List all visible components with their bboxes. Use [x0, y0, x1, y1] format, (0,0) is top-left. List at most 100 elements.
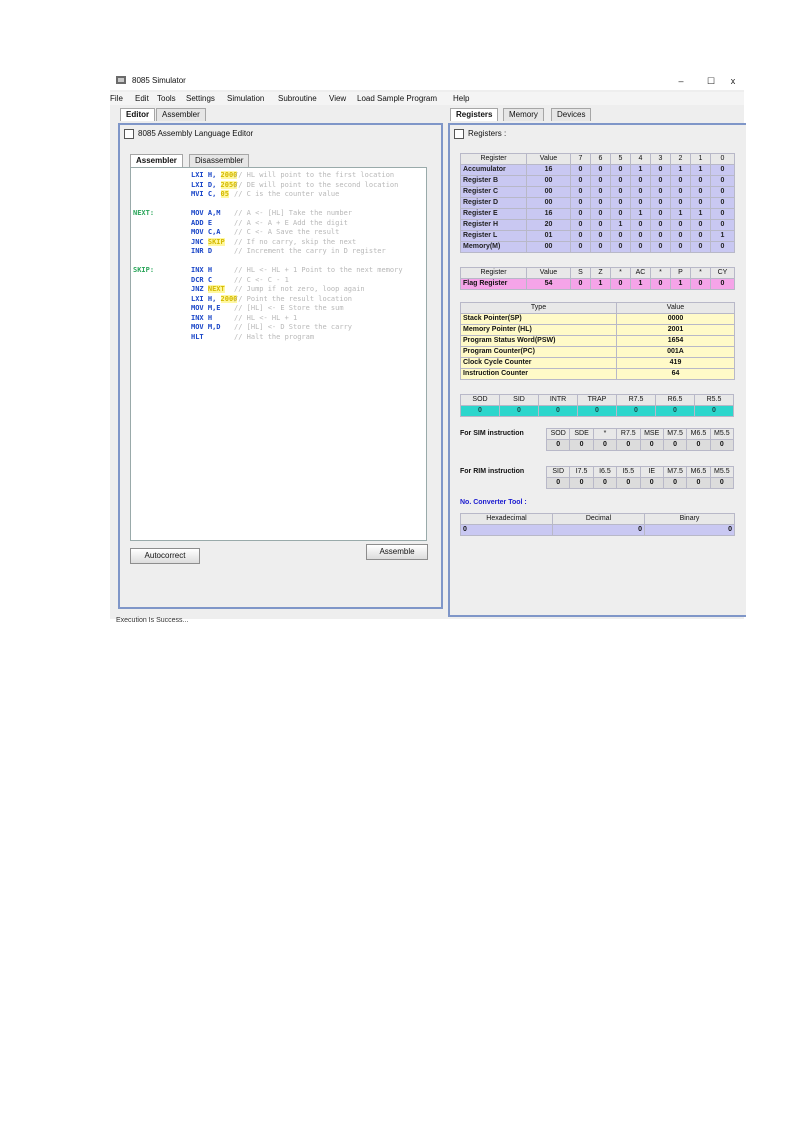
register-cell: 0	[690, 175, 711, 187]
register-cell: 1	[610, 219, 631, 231]
menu-file[interactable]: File	[110, 94, 123, 103]
code-editor[interactable]: LXI H, 2000// HL will point to the first…	[130, 167, 427, 541]
register-cell: 0	[570, 175, 591, 187]
tab-memory[interactable]: Memory	[503, 108, 544, 121]
rim-cell: 0	[639, 477, 664, 489]
code-instruction: DCR C	[191, 275, 213, 284]
special-header-row: Type Value	[460, 302, 735, 314]
register-header: 6	[590, 153, 611, 165]
sim-cell: 0	[569, 439, 594, 451]
register-cell: 0	[690, 230, 711, 242]
flag-header: AC	[630, 267, 651, 279]
register-cell: 0	[710, 197, 735, 209]
flag-row: Flag Register 54 0 1 0 1 0 1 0 0	[460, 278, 735, 290]
flag-header: CY	[710, 267, 735, 279]
code-line: INX H // HL <- HL + 1	[131, 314, 426, 323]
special-row: Memory Pointer (HL) 2001	[460, 324, 735, 336]
flag-register-table: Register Value S Z * AC * P * CY Flag Register 54 0 1…	[460, 267, 735, 290]
register-cell: 0	[570, 164, 591, 176]
code-line: HLT // Halt the program	[131, 333, 426, 342]
register-header: 0	[710, 153, 735, 165]
register-cell: Register E	[460, 208, 527, 220]
code-line: SKIP: INX H // HL <- HL + 1 Point to the n…	[131, 266, 426, 275]
editor-subtab-row: Assembler Disassembler	[130, 154, 330, 167]
interrupt-cell: 0	[655, 405, 695, 417]
converter-header-row: Hexadecimal Decimal Binary	[460, 513, 735, 525]
menu-settings[interactable]: Settings	[186, 94, 215, 103]
register-header: 4	[630, 153, 651, 165]
register-cell: 0	[590, 164, 611, 176]
converter-cell: 0	[644, 524, 735, 536]
app-window: 8085 Simulator – ☐ x File Edit Tools Set…	[110, 72, 746, 619]
flag-cell: 0	[710, 278, 735, 290]
register-cell: 0	[650, 241, 671, 253]
special-row: Program Counter(PC) 001A	[460, 346, 735, 358]
maximize-button[interactable]: ☐	[700, 74, 722, 88]
code-line: MOV C,A // C <- A Save the result	[131, 228, 426, 237]
rim-header: I7.5	[569, 466, 594, 478]
interrupt-header: TRAP	[577, 394, 617, 406]
register-cell: 0	[630, 175, 651, 187]
rim-cell: 0	[709, 477, 735, 489]
flag-cell: 54	[526, 278, 571, 290]
code-comment: // HL <- HL + 1	[234, 313, 298, 322]
register-row: Register H 20 0 0 1 0 0 0 0 0	[460, 219, 735, 231]
code-label: NEXT:	[133, 209, 155, 217]
code-label: SKIP:	[133, 266, 155, 274]
registers-checkbox[interactable]	[454, 129, 464, 139]
tab-devices[interactable]: Devices	[551, 108, 592, 121]
rim-cell: 0	[592, 477, 618, 489]
editor-checkbox[interactable]	[124, 129, 134, 139]
register-cell: 0	[570, 219, 591, 231]
menu-load-sample[interactable]: Load Sample Program	[357, 94, 437, 103]
converter-table: Hexadecimal Decimal Binary 0 0 0	[460, 513, 735, 536]
code-comment: // C <- A Save the result	[234, 228, 340, 236]
menu-help[interactable]: Help	[453, 94, 469, 103]
flag-header: P	[670, 267, 691, 279]
flag-cell: Flag Register	[460, 278, 527, 290]
menu-view[interactable]: View	[329, 94, 346, 103]
interrupt-cell: 0	[499, 405, 539, 417]
close-button[interactable]: x	[726, 74, 740, 88]
subtab-assembler[interactable]: Assembler	[130, 154, 183, 167]
tab-editor[interactable]: Editor	[120, 108, 156, 121]
register-cell: 0	[650, 230, 671, 242]
assemble-button[interactable]: Assemble	[366, 544, 428, 560]
tab-assembler[interactable]: Assembler	[156, 108, 206, 121]
interrupt-cell: 0	[538, 405, 578, 417]
register-cell: 1	[710, 230, 735, 242]
sim-header: MSE	[639, 428, 664, 440]
flag-header: Register	[460, 267, 527, 279]
code-instruction: ADD E	[191, 218, 213, 227]
flag-header: *	[610, 267, 631, 279]
converter-label: No. Converter Tool :	[460, 499, 527, 506]
register-cell: 0	[690, 197, 711, 209]
register-row: Register E 16 0 0 0 1 0 1 1 0	[460, 208, 735, 220]
minimize-button[interactable]: –	[670, 74, 692, 88]
register-cell: 0	[650, 175, 671, 187]
menu-tools[interactable]: Tools	[157, 94, 176, 103]
special-cell: 1654	[616, 335, 735, 347]
special-row: Clock Cycle Counter 419	[460, 357, 735, 369]
register-cell: 0	[630, 219, 651, 231]
rim-header: SID	[545, 466, 571, 478]
rim-header: M6.5	[686, 466, 711, 478]
register-cell: 1	[630, 208, 651, 220]
rim-cell: 0	[545, 477, 571, 489]
rim-header: M7.5	[662, 466, 688, 478]
autocorrect-button[interactable]: Autocorrect	[130, 548, 200, 564]
menu-simulation[interactable]: Simulation	[227, 94, 264, 103]
interrupt-cell: 0	[616, 405, 656, 417]
special-header: Type	[460, 302, 617, 314]
special-cell: 64	[616, 368, 735, 380]
register-cell: 16	[526, 164, 571, 176]
tab-registers[interactable]: Registers	[450, 108, 499, 121]
code-comment: // If no carry, skip the next	[234, 237, 357, 246]
code-comment: // C is the counter value	[234, 190, 340, 198]
register-cell: 0	[610, 164, 631, 176]
register-header: Register	[460, 153, 527, 165]
code-comment: // A <- [HL] Take the number	[234, 209, 353, 217]
menu-edit[interactable]: Edit	[135, 94, 149, 103]
menu-subroutine[interactable]: Subroutine	[278, 94, 317, 103]
subtab-disassembler[interactable]: Disassembler	[189, 154, 250, 167]
